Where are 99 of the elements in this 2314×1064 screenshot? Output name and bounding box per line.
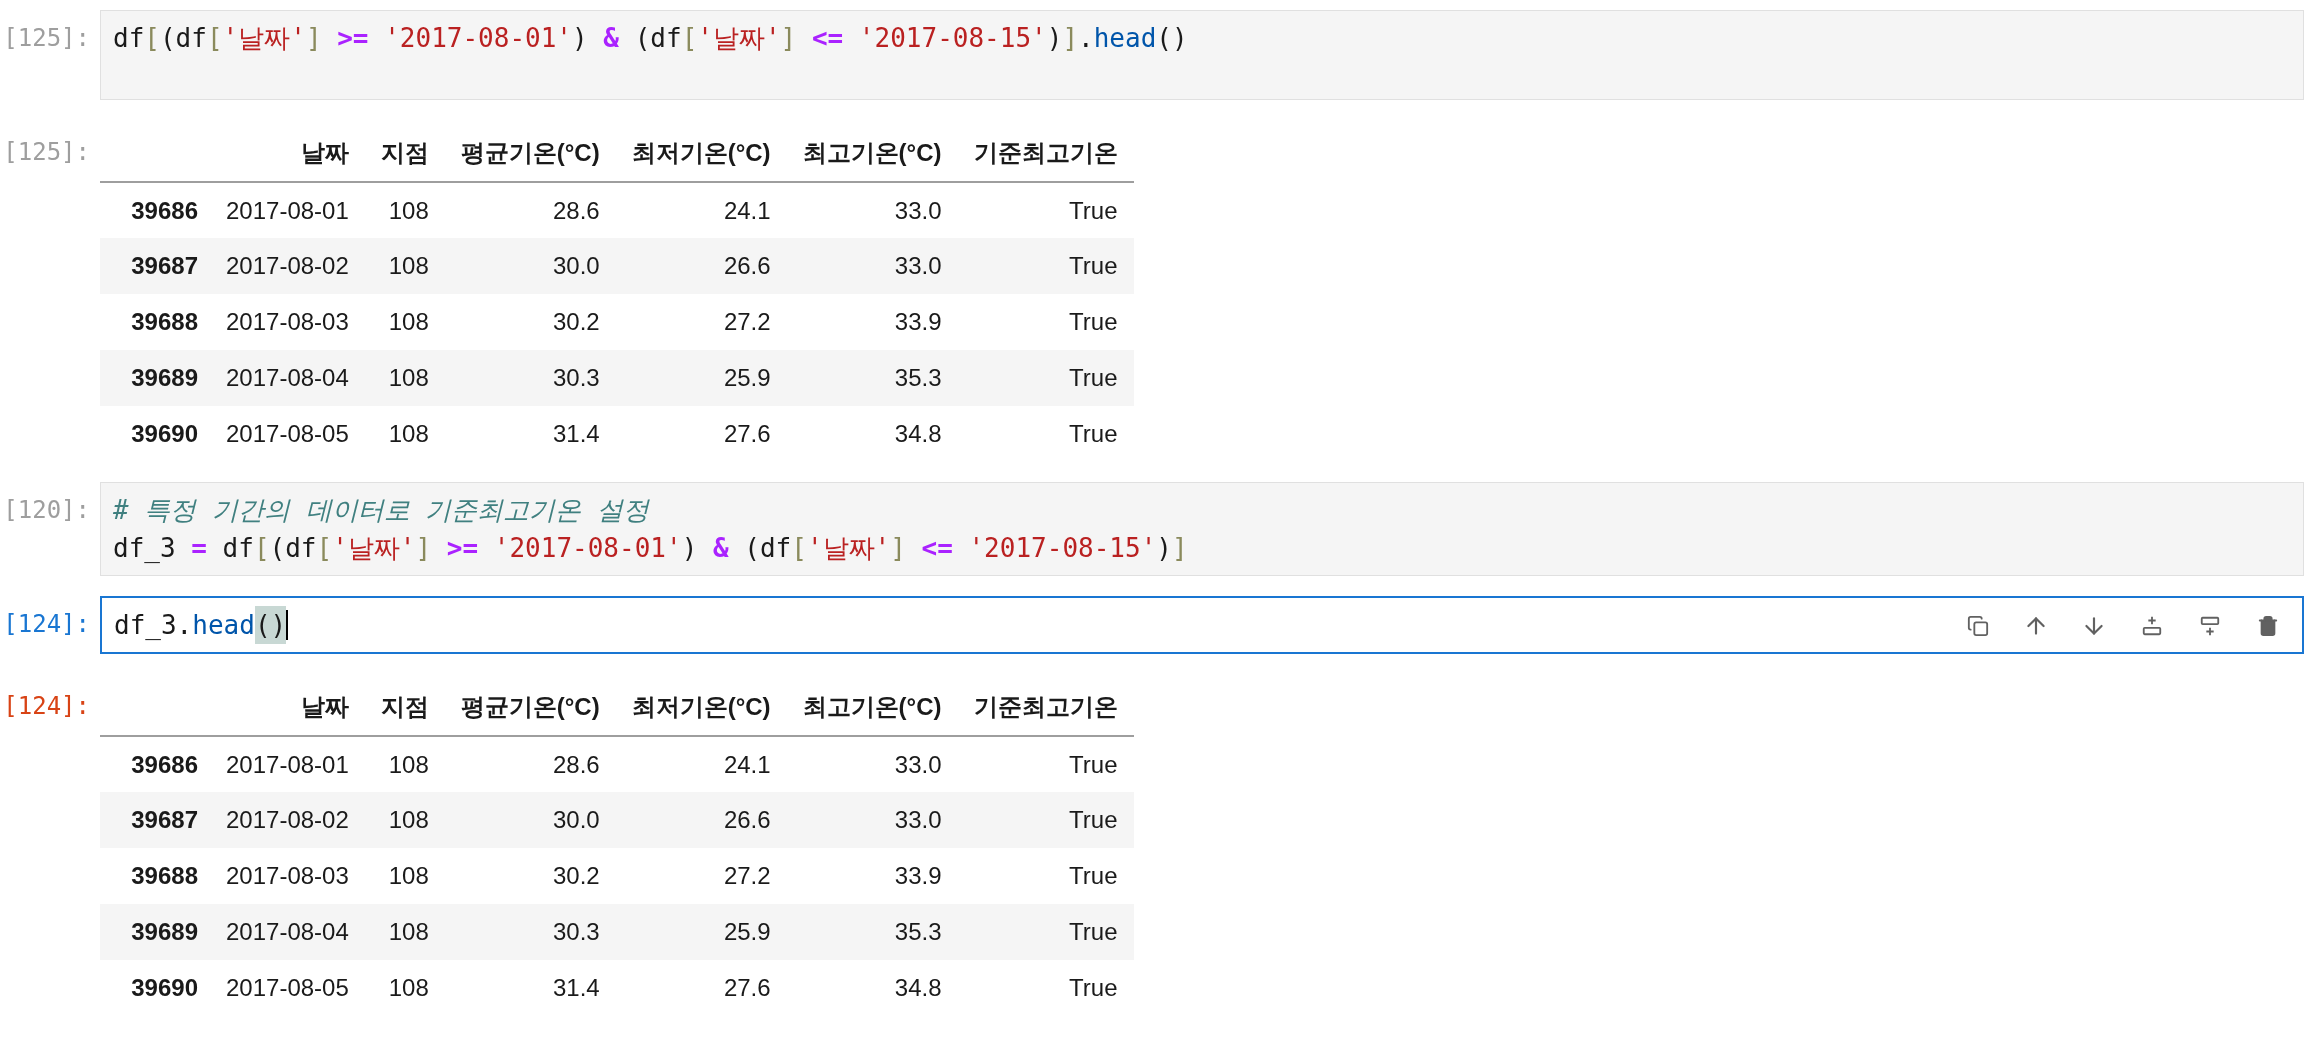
table-cell: 30.0 xyxy=(444,792,616,848)
code-line: df[(df['날짜'] >= '2017-08-01') & (df['날짜'] <= '2017-08-15')].head() xyxy=(113,22,1189,55)
table-cell: 30.3 xyxy=(444,904,616,960)
row-index: 39690 xyxy=(100,406,210,462)
table-cell: 108 xyxy=(364,792,445,848)
row-index: 39690 xyxy=(100,960,210,1016)
table-cell: 2017-08-04 xyxy=(210,904,365,960)
text-cursor xyxy=(286,610,289,640)
row-index: 39686 xyxy=(100,736,210,792)
table-cell: 108 xyxy=(364,848,445,904)
table-cell: True xyxy=(957,182,1134,238)
row-index: 39687 xyxy=(100,238,210,294)
table-cell: 34.8 xyxy=(786,960,958,1016)
table-cell: 26.6 xyxy=(615,238,787,294)
input-prompt: [124]: xyxy=(2,609,91,640)
table-cell: 24.1 xyxy=(615,182,787,238)
table-cell: 26.6 xyxy=(615,792,787,848)
code-cell[interactable]: # 특정 기간의 데이터로 기준최고기온 설정 df_3 = df[(df['날짜'] >= '2017-08-01') & (df['날짜'] <= '2017-08-15')] xyxy=(100,482,2304,576)
trash-icon xyxy=(2257,615,2279,637)
table-cell: 108 xyxy=(364,294,445,350)
table-cell: 108 xyxy=(364,960,445,1016)
table-cell: 2017-08-05 xyxy=(210,960,365,1016)
table-cell: 2017-08-03 xyxy=(210,848,365,904)
column-header: 최저기온(°C) xyxy=(615,678,787,736)
code-comment: # 특정 기간의 데이터로 기준최고기온 설정 xyxy=(113,494,651,527)
table-cell: True xyxy=(957,406,1134,462)
code-cell[interactable]: df_3.head() xyxy=(100,596,2304,654)
table-cell: 28.6 xyxy=(444,736,616,792)
column-header: 평균기온(°C) xyxy=(444,124,616,182)
table-cell: 33.0 xyxy=(786,238,958,294)
table-cell: 30.3 xyxy=(444,350,616,406)
column-header: 기준최고기온 xyxy=(957,678,1134,736)
table-cell: True xyxy=(957,904,1134,960)
table-cell: 2017-08-02 xyxy=(210,792,365,848)
table-cell: 28.6 xyxy=(444,182,616,238)
table-cell: 27.6 xyxy=(615,406,787,462)
table-cell: True xyxy=(957,848,1134,904)
column-header: 최저기온(°C) xyxy=(615,124,787,182)
table-cell: 108 xyxy=(364,350,445,406)
column-header: 최고기온(°C) xyxy=(786,678,958,736)
table-cell: 2017-08-03 xyxy=(210,294,365,350)
code-line: df_3 = df[(df['날짜'] >= '2017-08-01') & (df['날짜'] <= '2017-08-15')] xyxy=(113,532,1189,565)
table-cell: 25.9 xyxy=(615,350,787,406)
input-prompt: [120]: xyxy=(2,495,91,526)
table-cell: 24.1 xyxy=(615,736,787,792)
column-header: 날짜 xyxy=(210,124,365,182)
column-header: 평균기온(°C) xyxy=(444,678,616,736)
table-cell: 33.9 xyxy=(786,294,958,350)
column-header: 지점 xyxy=(364,678,445,736)
row-index: 39689 xyxy=(100,904,210,960)
output-prompt: [125]: xyxy=(2,137,91,168)
table-cell: 108 xyxy=(364,904,445,960)
code-cell[interactable]: df[(df['날짜'] >= '2017-08-01') & (df['날짜'] <= '2017-08-15')].head() xyxy=(100,10,2304,100)
table-cell: 108 xyxy=(364,406,445,462)
output-prompt: [124]: xyxy=(2,691,91,722)
table-cell: 27.2 xyxy=(615,848,787,904)
table-cell: 35.3 xyxy=(786,904,958,960)
column-header: 기준최고기온 xyxy=(957,124,1134,182)
table-cell: 108 xyxy=(364,736,445,792)
table-cell: True xyxy=(957,960,1134,1016)
table-cell: 30.2 xyxy=(444,294,616,350)
row-index: 39689 xyxy=(100,350,210,406)
table-cell: 35.3 xyxy=(786,350,958,406)
table-cell: 31.4 xyxy=(444,960,616,1016)
copy-icon xyxy=(1967,615,1989,637)
code-line: df_3.head() xyxy=(114,606,2290,644)
insert-below-icon xyxy=(2199,615,2221,637)
table-cell: 30.2 xyxy=(444,848,616,904)
table-cell: 27.6 xyxy=(615,960,787,1016)
table-cell: 30.0 xyxy=(444,238,616,294)
table-cell: True xyxy=(957,736,1134,792)
row-index: 39687 xyxy=(100,792,210,848)
table-cell: 33.0 xyxy=(786,182,958,238)
table-cell: 33.0 xyxy=(786,792,958,848)
row-index: 39686 xyxy=(100,182,210,238)
input-prompt: [125]: xyxy=(2,23,91,54)
table-cell: 33.0 xyxy=(786,736,958,792)
table-cell: True xyxy=(957,238,1134,294)
table-cell: 108 xyxy=(364,182,445,238)
table-cell: 31.4 xyxy=(444,406,616,462)
column-header: 최고기온(°C) xyxy=(786,124,958,182)
table-cell: True xyxy=(957,350,1134,406)
row-index: 39688 xyxy=(100,294,210,350)
table-cell: True xyxy=(957,294,1134,350)
insert-above-icon xyxy=(2141,615,2163,637)
table-cell: 108 xyxy=(364,238,445,294)
table-cell: 33.9 xyxy=(786,848,958,904)
table-cell: 2017-08-02 xyxy=(210,238,365,294)
table-cell: 2017-08-01 xyxy=(210,182,365,238)
table-cell: 2017-08-04 xyxy=(210,350,365,406)
table-cell: 34.8 xyxy=(786,406,958,462)
table-cell: 25.9 xyxy=(615,904,787,960)
table-cell: 27.2 xyxy=(615,294,787,350)
column-header: 지점 xyxy=(364,124,445,182)
table-cell: 2017-08-01 xyxy=(210,736,365,792)
column-header: 날짜 xyxy=(210,678,365,736)
table-cell: True xyxy=(957,792,1134,848)
row-index: 39688 xyxy=(100,848,210,904)
table-cell: 2017-08-05 xyxy=(210,406,365,462)
